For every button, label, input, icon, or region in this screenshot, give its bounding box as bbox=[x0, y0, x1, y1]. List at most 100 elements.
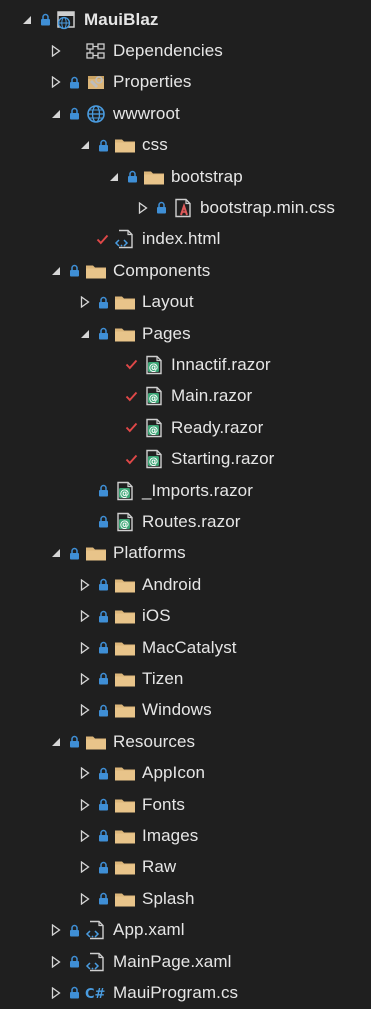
tree-item[interactable]: @ Ready.razor bbox=[0, 412, 371, 443]
tree-item[interactable]: Pages bbox=[0, 318, 371, 349]
globe-icon bbox=[85, 98, 107, 129]
collapsed-arrow-icon[interactable] bbox=[78, 632, 92, 663]
collapsed-arrow-icon[interactable] bbox=[78, 569, 92, 600]
collapsed-arrow-icon[interactable] bbox=[136, 192, 150, 223]
razor-file-icon: @ bbox=[143, 381, 165, 412]
expanded-arrow-icon[interactable] bbox=[49, 538, 63, 569]
tree-item[interactable]: @ Starting.razor bbox=[0, 444, 371, 475]
expanded-arrow-icon[interactable] bbox=[20, 4, 34, 35]
tree-item-label: bootstrap.min.css bbox=[200, 197, 335, 217]
tree-item[interactable]: @ Main.razor bbox=[0, 381, 371, 412]
tree-item-label: Android bbox=[142, 574, 202, 594]
tree-item[interactable]: Tizen bbox=[0, 663, 371, 694]
razor-file-icon: @ bbox=[143, 349, 165, 380]
project-icon bbox=[56, 4, 78, 35]
tree-item[interactable]: @ _Imports.razor bbox=[0, 475, 371, 506]
tree-item[interactable]: MainPage.xaml bbox=[0, 946, 371, 977]
collapsed-arrow-icon[interactable] bbox=[78, 601, 92, 632]
lock-icon bbox=[97, 695, 109, 726]
tree-item-label: AppIcon bbox=[142, 763, 206, 783]
collapsed-arrow-icon[interactable] bbox=[78, 883, 92, 914]
css-file-icon bbox=[172, 192, 194, 223]
tree-item-label: bootstrap bbox=[171, 166, 243, 186]
tree-item-label: iOS bbox=[142, 606, 171, 626]
tree-item[interactable]: bootstrap bbox=[0, 161, 371, 192]
tree-item[interactable]: Raw bbox=[0, 852, 371, 883]
tree-item[interactable]: MacCatalyst bbox=[0, 632, 371, 663]
expanded-arrow-icon[interactable] bbox=[107, 161, 121, 192]
folder-icon bbox=[143, 161, 165, 192]
collapsed-arrow-icon[interactable] bbox=[78, 758, 92, 789]
tree-item-label: _Imports.razor bbox=[142, 480, 253, 500]
tree-item[interactable]: AppIcon bbox=[0, 758, 371, 789]
expanded-arrow-icon[interactable] bbox=[49, 255, 63, 286]
tree-item[interactable]: @ Routes.razor bbox=[0, 506, 371, 537]
lock-icon bbox=[68, 946, 80, 977]
pending-change-check-icon bbox=[124, 381, 138, 412]
tree-item-label: Windows bbox=[142, 700, 212, 720]
collapsed-arrow-icon[interactable] bbox=[49, 946, 63, 977]
lock-icon bbox=[68, 538, 80, 569]
collapsed-arrow-icon[interactable] bbox=[49, 35, 63, 66]
tree-item-label: Fonts bbox=[142, 794, 186, 814]
folder-icon bbox=[114, 695, 136, 726]
xaml-file-icon bbox=[85, 915, 107, 946]
tree-item[interactable]: MauiBlaz bbox=[0, 4, 371, 35]
tree-item[interactable]: css bbox=[0, 130, 371, 161]
lock-icon bbox=[97, 506, 109, 537]
tree-item[interactable]: App.xaml bbox=[0, 915, 371, 946]
tree-item-label: MainPage.xaml bbox=[113, 951, 232, 971]
svg-text:@: @ bbox=[120, 488, 130, 499]
tree-item[interactable]: Splash bbox=[0, 883, 371, 914]
tree-item[interactable]: Properties bbox=[0, 67, 371, 98]
collapsed-arrow-icon[interactable] bbox=[78, 287, 92, 318]
pending-change-check-icon bbox=[124, 444, 138, 475]
lock-icon bbox=[97, 852, 109, 883]
tree-item[interactable]: iOS bbox=[0, 601, 371, 632]
tree-item[interactable]: Android bbox=[0, 569, 371, 600]
expanded-arrow-icon[interactable] bbox=[78, 318, 92, 349]
collapsed-arrow-icon[interactable] bbox=[49, 67, 63, 98]
collapsed-arrow-icon[interactable] bbox=[49, 977, 63, 1008]
tree-item[interactable]: C# MauiProgram.cs bbox=[0, 977, 371, 1008]
folder-icon bbox=[114, 632, 136, 663]
collapsed-arrow-icon[interactable] bbox=[78, 852, 92, 883]
expanded-arrow-icon[interactable] bbox=[78, 130, 92, 161]
collapsed-arrow-icon[interactable] bbox=[49, 915, 63, 946]
folder-icon bbox=[114, 852, 136, 883]
razor-file-icon: @ bbox=[143, 412, 165, 443]
folder-icon bbox=[114, 820, 136, 851]
folder-icon bbox=[114, 130, 136, 161]
collapsed-arrow-icon[interactable] bbox=[78, 663, 92, 694]
tree-item[interactable]: Windows bbox=[0, 695, 371, 726]
folder-icon bbox=[114, 287, 136, 318]
tree-item-label: MauiProgram.cs bbox=[113, 982, 239, 1002]
tree-item[interactable]: Fonts bbox=[0, 789, 371, 820]
lock-icon bbox=[68, 98, 80, 129]
lock-icon bbox=[39, 4, 51, 35]
collapsed-arrow-icon[interactable] bbox=[78, 695, 92, 726]
tree-item[interactable]: Platforms bbox=[0, 538, 371, 569]
tree-item[interactable]: index.html bbox=[0, 224, 371, 255]
svg-text:C#: C# bbox=[85, 987, 106, 1002]
tree-item[interactable]: wwwroot bbox=[0, 98, 371, 129]
tree-item[interactable]: Layout bbox=[0, 287, 371, 318]
tree-item-label: wwwroot bbox=[113, 103, 180, 123]
tree-item[interactable]: bootstrap.min.css bbox=[0, 192, 371, 223]
expanded-arrow-icon[interactable] bbox=[49, 98, 63, 129]
lock-icon bbox=[126, 161, 138, 192]
tree-item[interactable]: @ Innactif.razor bbox=[0, 349, 371, 380]
collapsed-arrow-icon[interactable] bbox=[78, 789, 92, 820]
expanded-arrow-icon[interactable] bbox=[49, 726, 63, 757]
svg-text:@: @ bbox=[149, 425, 159, 436]
tree-item-label: Routes.razor bbox=[142, 511, 241, 531]
tree-item-label: Innactif.razor bbox=[171, 354, 271, 374]
tree-item[interactable]: Images bbox=[0, 820, 371, 851]
tree-item[interactable]: Dependencies bbox=[0, 35, 371, 66]
tree-item-label: Dependencies bbox=[113, 40, 223, 60]
tree-item-label: Main.razor bbox=[171, 386, 253, 406]
tree-item[interactable]: Components bbox=[0, 255, 371, 286]
collapsed-arrow-icon[interactable] bbox=[78, 820, 92, 851]
tree-item[interactable]: Resources bbox=[0, 726, 371, 757]
tree-item-label: Layout bbox=[142, 292, 194, 312]
